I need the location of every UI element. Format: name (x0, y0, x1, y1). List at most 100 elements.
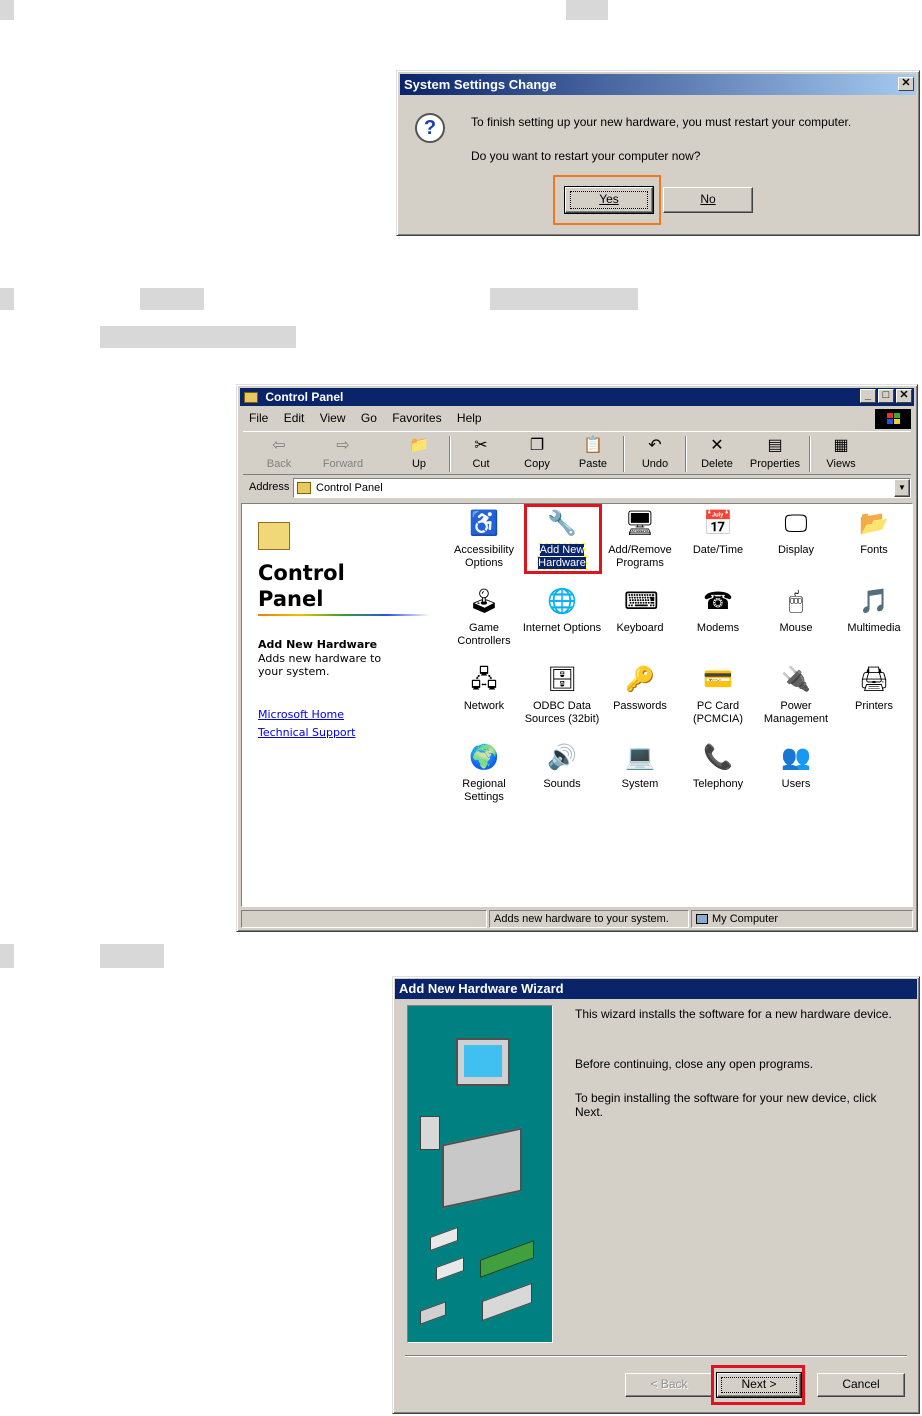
dialog-title: System Settings Change (404, 77, 557, 92)
cp-item-modems[interactable]: ☎ Modems (678, 586, 758, 635)
menu-help[interactable]: Help (457, 411, 482, 425)
cp-item-system[interactable]: 💻 System (600, 742, 680, 791)
users-icon: 👥 (781, 744, 811, 771)
speaker-icon: 🔊 (547, 744, 577, 771)
cp-item-pc-card[interactable]: 💳 PC Card (PCMCIA) (678, 664, 758, 726)
cp-item-keyboard[interactable]: ⌨ Keyboard (600, 586, 680, 635)
wizard-paragraph-3: To begin installing the software for you… (575, 1091, 877, 1119)
menu-file[interactable]: File (249, 411, 268, 425)
left-pane: Control Panel Add New Hardware Adds new … (242, 504, 432, 904)
address-input[interactable]: Control Panel ▼ (293, 478, 911, 498)
paste-icon: 📋 (583, 437, 603, 454)
dialog-message-1: To finish setting up your new hardware, … (471, 115, 852, 129)
folder-icon (244, 392, 258, 404)
close-icon[interactable]: ✕ (898, 77, 914, 91)
cp-item-sounds[interactable]: 🔊 Sounds (522, 742, 602, 791)
redacted-text-bar (490, 288, 638, 310)
multimedia-icon: 🎵 (859, 588, 889, 615)
status-text: Adds new hardware to your system. (489, 910, 689, 928)
scissors-icon: ✂ (474, 437, 488, 454)
menu-go[interactable]: Go (361, 411, 377, 425)
wizard-titlebar: Add New Hardware Wizard (395, 979, 917, 999)
no-button[interactable]: No (663, 187, 753, 213)
database-icon: 🗄 (546, 666, 578, 693)
redacted-text-bar (140, 288, 204, 310)
close-icon[interactable]: ✕ (896, 389, 912, 403)
cp-item-printers[interactable]: 🖨 Printers (834, 664, 912, 713)
cp-item-date-time[interactable]: 📅 Date/Time (678, 508, 758, 557)
cut-button[interactable]: ✂ Cut (455, 436, 507, 470)
keys-icon: 🔑 (625, 666, 655, 693)
calendar-clock-icon: 📅 (703, 510, 733, 537)
redacted-text-bar (100, 326, 296, 348)
up-folder-icon: 📁 (409, 437, 429, 454)
window-title: Control Panel (265, 390, 344, 404)
redacted-text-bar (566, 0, 608, 20)
cp-item-users[interactable]: 👥 Users (756, 742, 836, 791)
delete-button[interactable]: ✕ Delete (691, 436, 743, 470)
pc-card-icon: 💳 (703, 666, 733, 693)
address-dropdown-button[interactable]: ▼ (894, 479, 910, 497)
telephony-icon: 📞 (703, 744, 733, 771)
panel-title: Control Panel (258, 561, 345, 611)
system-settings-change-dialog: System Settings Change ✕ ? To finish set… (396, 70, 920, 236)
control-panel-window: Control Panel _ □ ✕ File Edit View Go Fa… (236, 384, 918, 932)
cp-item-fonts[interactable]: 📂 Fonts (834, 508, 912, 557)
selected-item-description: Adds new hardware to your system. (258, 652, 382, 678)
keyboard-icon: ⌨ (624, 588, 659, 615)
cancel-button[interactable]: Cancel (817, 1373, 905, 1397)
undo-icon: ↶ (648, 437, 662, 454)
cp-item-game-controllers[interactable]: 🕹 Game Controllers (444, 586, 524, 648)
no-button-label: No (700, 192, 716, 206)
up-button[interactable]: 📁 Up (393, 436, 445, 470)
back-button[interactable]: < Back (625, 1373, 713, 1397)
accessibility-icon: ♿ (469, 510, 499, 537)
network-icon: 🖧 (470, 666, 498, 693)
cp-item-odbc-data-sources[interactable]: 🗄 ODBC Data Sources (32bit) (522, 664, 602, 726)
address-bar: Address Control Panel ▼ (243, 477, 911, 499)
cp-item-regional-settings[interactable]: 🌍 Regional Settings (444, 742, 524, 804)
views-button[interactable]: ▦ Views (815, 436, 867, 470)
microsoft-home-link[interactable]: Microsoft Home (258, 708, 344, 721)
technical-support-link[interactable]: Technical Support (258, 726, 356, 739)
globe-icon: 🌐 (547, 588, 577, 615)
power-plug-icon: 🔌 (781, 666, 811, 693)
copy-button[interactable]: ❐ Copy (511, 436, 563, 470)
back-arrow-icon: ⇦ (272, 437, 286, 454)
redacted-text-bar (0, 944, 14, 968)
cp-item-add-remove-programs[interactable]: 🖥 Add/Remove Programs (600, 508, 680, 570)
cp-item-power-management[interactable]: 🔌 Power Management (756, 664, 836, 726)
forward-button[interactable]: ⇨ Forward (317, 436, 369, 470)
cp-item-display[interactable]: 🖵 Display (756, 508, 836, 557)
programs-icon: 🖥 (624, 510, 656, 537)
yes-button[interactable]: Yes (564, 186, 654, 214)
properties-button[interactable]: ▤ Properties (745, 436, 805, 470)
properties-icon: ▤ (767, 437, 783, 454)
expansion-card-icon (480, 1240, 534, 1278)
status-zone: My Computer (691, 910, 913, 928)
menu-bar: File Edit View Go Favorites Help (249, 411, 494, 425)
cp-item-network[interactable]: 🖧 Network (444, 664, 524, 713)
maximize-icon[interactable]: □ (878, 389, 894, 403)
cp-item-passwords[interactable]: 🔑 Passwords (600, 664, 680, 713)
paste-button[interactable]: 📋 Paste (567, 436, 619, 470)
panel-title-rule (258, 614, 430, 616)
menu-edit[interactable]: Edit (284, 411, 305, 425)
computer-icon: 💻 (625, 744, 655, 771)
cp-item-mouse[interactable]: 🖱 Mouse (756, 586, 836, 635)
status-bar: Adds new hardware to your system. My Com… (241, 909, 913, 929)
fonts-folder-icon: 📂 (859, 510, 889, 537)
cp-item-accessibility-options[interactable]: ♿ Accessibility Options (444, 508, 524, 570)
back-button[interactable]: ⇦ Back (253, 436, 305, 470)
next-button[interactable]: Next > (716, 1372, 802, 1398)
cp-item-multimedia[interactable]: 🎵 Multimedia (834, 586, 912, 635)
joystick-icon: 🕹 (468, 588, 500, 615)
minimize-icon[interactable]: _ (860, 389, 876, 403)
undo-button[interactable]: ↶ Undo (629, 436, 681, 470)
dialog-titlebar: System Settings Change ✕ (400, 74, 916, 95)
disk-icon (436, 1256, 464, 1282)
menu-favorites[interactable]: Favorites (392, 411, 441, 425)
cp-item-telephony[interactable]: 📞 Telephony (678, 742, 758, 791)
cp-item-internet-options[interactable]: 🌐 Internet Options (522, 586, 602, 635)
menu-view[interactable]: View (320, 411, 346, 425)
